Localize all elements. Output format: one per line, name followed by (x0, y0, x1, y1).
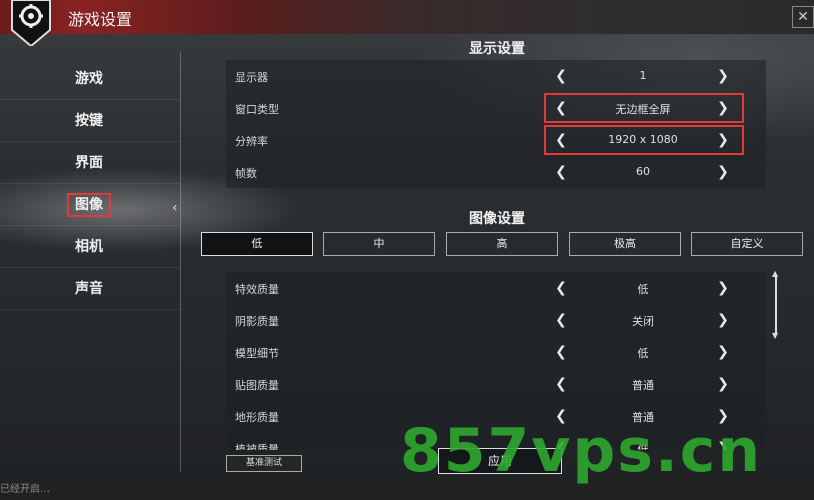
sidebar-item-sound[interactable]: 声音 (0, 268, 180, 310)
right-arrow-icon[interactable]: ❯ (714, 132, 732, 148)
display-row-monitor: 显示器 ❮ 1 ❯ (226, 60, 766, 92)
display-section-title: 显示设置 (469, 41, 525, 57)
sidebar-item-camera[interactable]: 相机 (0, 226, 180, 268)
right-arrow-icon[interactable]: ❯ (714, 344, 732, 360)
display-panel: 显示器 ❮ 1 ❯ 窗口类型 ❮ 无边框全屏 ❯ 分辨率 ❮ 1920 x 10… (226, 60, 766, 188)
graphics-row-model-detail: 模型细节 ❮ 低 ❯ (226, 336, 766, 368)
scroll-track (775, 276, 777, 334)
left-arrow-icon[interactable]: ❮ (552, 312, 570, 328)
left-arrow-icon[interactable]: ❮ (552, 344, 570, 360)
sidebar: 游戏 按键 界面 图像 相机 声音 (0, 58, 180, 310)
active-caret-icon: ‹ (172, 200, 178, 216)
graphics-row-effects: 特效质量 ❮ 低 ❯ (226, 272, 766, 304)
benchmark-button[interactable]: 基准测试 (226, 455, 302, 472)
right-arrow-icon[interactable]: ❯ (714, 100, 732, 116)
graphics-section-title: 图像设置 (469, 211, 525, 227)
right-arrow-icon[interactable]: ❯ (714, 280, 732, 296)
right-arrow-icon[interactable]: ❯ (714, 164, 732, 180)
window-title: 游戏设置 (68, 10, 133, 29)
left-arrow-icon[interactable]: ❮ (552, 376, 570, 392)
gear-logo-icon (11, 0, 51, 46)
left-arrow-icon[interactable]: ❮ (552, 164, 570, 180)
left-arrow-icon[interactable]: ❮ (552, 100, 570, 116)
close-button[interactable]: ✕ (792, 6, 814, 28)
scroll-down-icon: ▼ (772, 331, 779, 340)
sidebar-item-game[interactable]: 游戏 (0, 58, 180, 100)
sidebar-item-graphics[interactable]: 图像 (0, 184, 180, 226)
preset-tab-custom[interactable]: 自定义 (691, 232, 803, 256)
watermark-text: 857vps.cn (400, 416, 763, 486)
preset-tabs: 低 中 高 极高 自定义 (201, 232, 803, 256)
sidebar-item-keys[interactable]: 按键 (0, 100, 180, 142)
graphics-row-textures: 贴图质量 ❮ 普通 ❯ (226, 368, 766, 400)
preset-tab-low[interactable]: 低 (201, 232, 313, 256)
graphics-row-shadows: 阴影质量 ❮ 关闭 ❯ (226, 304, 766, 336)
right-arrow-icon[interactable]: ❯ (714, 376, 732, 392)
display-row-window-type: 窗口类型 ❮ 无边框全屏 ❯ (226, 92, 766, 124)
sidebar-item-interface[interactable]: 界面 (0, 142, 180, 184)
right-arrow-icon[interactable]: ❯ (714, 68, 732, 84)
preset-tab-high[interactable]: 高 (446, 232, 558, 256)
preset-tab-ultra[interactable]: 极高 (569, 232, 681, 256)
footer-text: 已经开启… (0, 484, 50, 495)
right-arrow-icon[interactable]: ❯ (714, 312, 732, 328)
display-row-fps: 帧数 ❮ 60 ❯ (226, 156, 766, 188)
left-arrow-icon[interactable]: ❮ (552, 280, 570, 296)
sidebar-divider (180, 52, 181, 472)
preset-tab-medium[interactable]: 中 (323, 232, 435, 256)
left-arrow-icon[interactable]: ❮ (552, 68, 570, 84)
scrollbar[interactable]: ▲ ▼ (772, 270, 779, 340)
display-row-resolution: 分辨率 ❮ 1920 x 1080 ❯ (226, 124, 766, 156)
left-arrow-icon[interactable]: ❮ (552, 132, 570, 148)
